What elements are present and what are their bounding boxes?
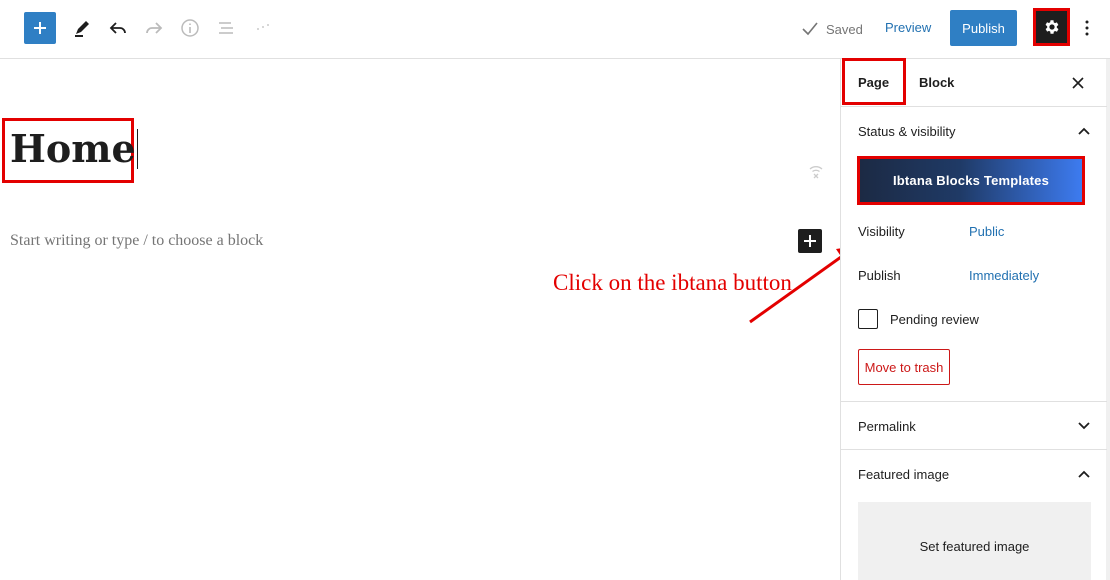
status-visibility-title: Status & visibility	[858, 123, 956, 139]
preview-button[interactable]: Preview	[885, 20, 931, 35]
offline-icon	[807, 162, 825, 180]
more-vertical-icon	[1085, 20, 1089, 36]
plus-icon	[34, 22, 46, 34]
ibtana-templates-button[interactable]: Ibtana Blocks Templates	[860, 159, 1082, 202]
saved-label: Saved	[826, 21, 863, 37]
pending-review-label[interactable]: Pending review	[890, 312, 979, 327]
pending-review-checkbox[interactable]	[858, 309, 878, 329]
visibility-value[interactable]: Public	[969, 224, 1004, 239]
check-icon	[802, 22, 818, 36]
details-button[interactable]	[178, 16, 202, 40]
post-title-text: Home	[10, 126, 136, 171]
publish-label: Publish	[858, 268, 901, 283]
chevron-down-icon	[1078, 422, 1090, 430]
more-options-button[interactable]	[1078, 16, 1096, 40]
featured-image-toggle[interactable]: Featured image	[841, 450, 1107, 498]
settings-button[interactable]	[1033, 8, 1070, 46]
top-toolbar: Saved Preview Publish	[0, 0, 1110, 59]
tools-button[interactable]	[250, 16, 274, 40]
edit-tool-button[interactable]	[70, 16, 94, 40]
editor-canvas: Home Start writing or type / to choose a…	[0, 60, 856, 580]
list-view-icon	[219, 22, 233, 34]
close-icon	[1072, 77, 1084, 89]
redo-icon	[146, 22, 163, 34]
sidebar-tabs: Page Block	[841, 58, 1107, 107]
info-icon	[181, 19, 199, 37]
close-sidebar-button[interactable]	[1070, 75, 1086, 91]
gear-icon	[1045, 20, 1058, 34]
undo-icon	[109, 22, 126, 34]
permalink-title: Permalink	[858, 418, 916, 434]
text-caret	[136, 129, 138, 169]
publish-button[interactable]: Publish	[950, 10, 1017, 46]
block-editor: Saved Preview Publish Home Start writing…	[0, 0, 1110, 580]
permalink-toggle[interactable]: Permalink	[841, 402, 1107, 450]
dots-icon	[257, 24, 269, 30]
publish-value[interactable]: Immediately	[969, 268, 1039, 283]
outline-button[interactable]	[214, 16, 238, 40]
redo-button[interactable]	[142, 16, 166, 40]
set-featured-image-button[interactable]: Set featured image	[858, 502, 1091, 580]
chevron-up-icon	[1078, 470, 1090, 478]
undo-button[interactable]	[106, 16, 130, 40]
pencil-icon	[75, 21, 89, 37]
move-to-trash-button[interactable]: Move to trash	[858, 349, 950, 385]
chevron-up-icon	[1078, 127, 1090, 135]
visibility-label: Visibility	[858, 224, 905, 239]
set-featured-image-label: Set featured image	[919, 538, 1030, 554]
saved-status: Saved	[801, 19, 863, 39]
block-placeholder[interactable]: Start writing or type / to choose a bloc…	[10, 232, 263, 250]
settings-sidebar: Page Block Status & visibility Ibtana Bl…	[840, 58, 1110, 580]
add-block-button[interactable]	[24, 12, 56, 44]
tab-block[interactable]: Block	[919, 75, 954, 90]
status-visibility-toggle[interactable]: Status & visibility	[841, 107, 1107, 155]
post-title[interactable]: Home	[10, 126, 138, 172]
featured-image-title: Featured image	[858, 466, 950, 482]
tab-page[interactable]: Page	[858, 75, 889, 90]
